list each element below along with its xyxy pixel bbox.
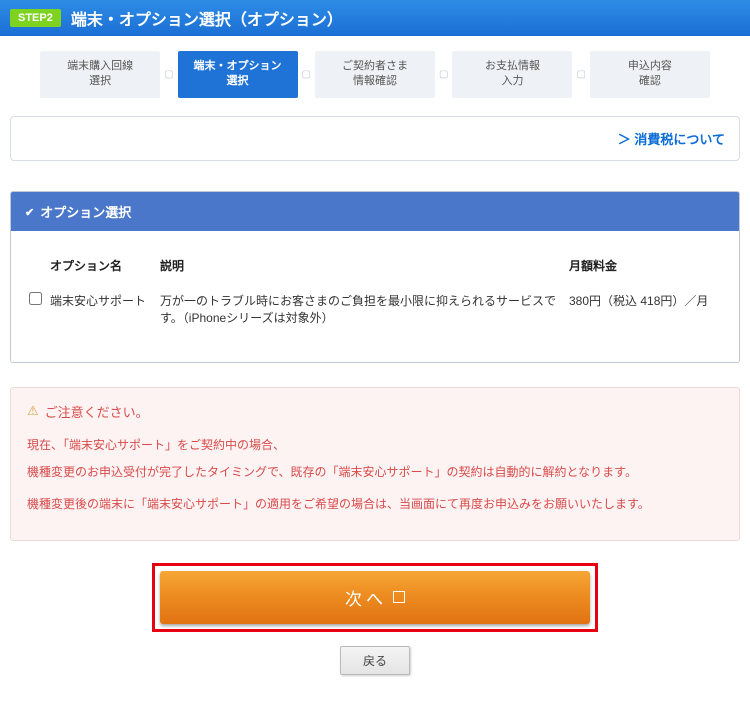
arrow-icon [393, 591, 405, 603]
col-desc: 説明 [156, 249, 565, 282]
notice-box: ご注意ください。 現在、「端末安心サポート」をご契約中の場合、 機種変更のお申込… [10, 387, 740, 541]
back-button[interactable]: 戻る [340, 646, 410, 675]
step-badge: STEP2 [10, 9, 61, 27]
page-header: STEP2 端末・オプション選択（オプション） [0, 0, 750, 36]
panel-title: オプション選択 [40, 202, 131, 221]
info-box: ＞ 消費税について [10, 116, 740, 161]
step-separator: ▢ [439, 69, 448, 80]
option-table: オプション名 説明 月額料金 端末安心サポート 万が一のトラブル時にお客さまのご… [25, 249, 725, 336]
col-price: 月額料金 [565, 249, 725, 282]
panel-header: オプション選択 [11, 192, 739, 231]
option-name: 端末安心サポート [46, 282, 156, 336]
step-4: お支払情報 入力 [452, 51, 572, 98]
check-icon [25, 204, 34, 219]
next-button[interactable]: 次へ [160, 571, 590, 624]
col-name: オプション名 [46, 249, 156, 282]
notice-line: 機種変更のお申込受付が完了したタイミングで、既存の「端末安心サポート」の契約は自… [27, 462, 723, 484]
step-separator: ▢ [302, 69, 311, 80]
next-button-highlight: 次へ [152, 563, 598, 632]
step-1: 端末購入回線 選択 [40, 51, 160, 98]
step-2: 端末・オプション 選択 [178, 51, 298, 98]
tax-link[interactable]: ＞ 消費税について [618, 132, 725, 147]
page-title: 端末・オプション選択（オプション） [71, 6, 343, 30]
notice-line: 機種変更後の端末に「端末安心サポート」の適用をご希望の場合は、当画面にて再度お申… [27, 494, 723, 516]
progress-steps: 端末購入回線 選択 ▢ 端末・オプション 選択 ▢ ご契約者さま 情報確認 ▢ … [10, 51, 740, 98]
notice-title: ご注意ください。 [27, 402, 723, 421]
option-panel: オプション選択 オプション名 説明 月額料金 端末安心サポート 万が一のト [10, 191, 740, 363]
step-separator: ▢ [164, 69, 173, 80]
step-3: ご契約者さま 情報確認 [315, 51, 435, 98]
step-separator: ▢ [576, 69, 585, 80]
option-price: 380円（税込 418円）／月 [565, 282, 725, 336]
option-checkbox[interactable] [29, 292, 42, 305]
table-row: 端末安心サポート 万が一のトラブル時にお客さまのご負担を最小限に抑えられるサービ… [25, 282, 725, 336]
col-checkbox [25, 249, 46, 282]
option-desc: 万が一のトラブル時にお客さまのご負担を最小限に抑えられるサービスです。（iPho… [156, 282, 565, 336]
step-5: 申込内容 確認 [590, 51, 710, 98]
notice-line: 現在、「端末安心サポート」をご契約中の場合、 [27, 435, 723, 457]
